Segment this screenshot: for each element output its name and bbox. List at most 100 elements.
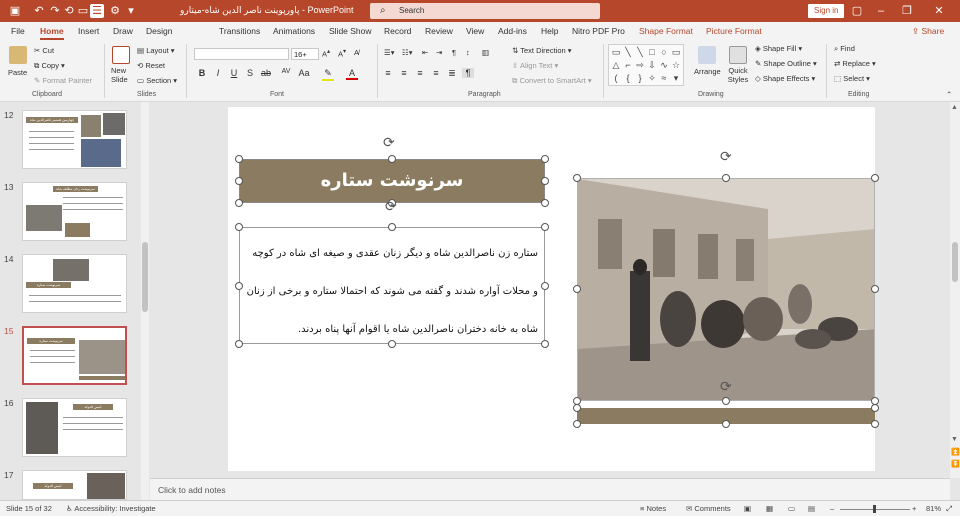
- arrow-shape-icon[interactable]: ⇨: [635, 60, 645, 70]
- resize-handle[interactable]: [388, 340, 396, 348]
- resize-handle[interactable]: [573, 420, 581, 428]
- new-slide-button[interactable]: New Slide: [111, 66, 131, 84]
- justify-icon[interactable]: ≡: [430, 68, 442, 78]
- brace-shape-icon[interactable]: {: [623, 73, 633, 83]
- repeat-icon[interactable]: ⟲: [62, 4, 76, 18]
- bold-icon[interactable]: B: [196, 68, 208, 78]
- bullets-icon[interactable]: ☰▾: [384, 48, 395, 57]
- resize-handle[interactable]: [722, 397, 730, 405]
- resize-handle[interactable]: [573, 174, 581, 182]
- decrease-font-icon[interactable]: A▾: [338, 48, 346, 59]
- rotate-handle-icon[interactable]: ⟳: [383, 135, 395, 149]
- undo-icon[interactable]: ↶: [32, 4, 46, 18]
- font-size-field[interactable]: 16+: [291, 48, 319, 60]
- redo-icon[interactable]: ↷: [48, 4, 62, 18]
- resize-handle[interactable]: [541, 282, 549, 290]
- resize-handle[interactable]: [388, 155, 396, 163]
- resize-handle[interactable]: [722, 420, 730, 428]
- shape-effects-button[interactable]: ◇ Shape Effects ▾: [755, 74, 815, 83]
- tab-help[interactable]: Help: [541, 26, 558, 36]
- notes-button[interactable]: ≡ Notes: [640, 504, 666, 513]
- notes-pane[interactable]: Click to add notes: [150, 478, 950, 500]
- fit-to-window-icon[interactable]: ⤢: [946, 504, 952, 514]
- scrollbar-thumb[interactable]: [952, 242, 958, 282]
- reset-button[interactable]: ⟲ Reset: [137, 61, 165, 70]
- share-button[interactable]: ⇪ Share: [912, 26, 944, 37]
- font-name-field[interactable]: [194, 48, 289, 60]
- slide-photo[interactable]: [577, 178, 875, 401]
- rtl-icon[interactable]: ¶: [452, 48, 456, 57]
- tab-shape-format[interactable]: Shape Format: [639, 26, 693, 36]
- change-case-icon[interactable]: Aa: [298, 68, 310, 78]
- resize-handle[interactable]: [235, 177, 243, 185]
- sign-in-button[interactable]: Sign in: [808, 4, 845, 18]
- thumbnail-scrollbar[interactable]: [141, 102, 149, 500]
- align-left-icon[interactable]: ≡: [382, 68, 394, 78]
- resize-handle[interactable]: [235, 223, 243, 231]
- resize-handle[interactable]: [541, 223, 549, 231]
- previous-slide-icon[interactable]: ⏫: [951, 448, 960, 456]
- tab-design[interactable]: Design: [146, 26, 172, 36]
- rect-shape-icon[interactable]: ▭: [671, 47, 681, 57]
- align-right-icon[interactable]: ≡: [414, 68, 426, 78]
- paste-icon[interactable]: [9, 46, 27, 64]
- slide-sorter-icon[interactable]: ▦: [766, 504, 773, 513]
- slide-thumbnail[interactable]: انیس الدوله: [22, 398, 127, 457]
- tab-file[interactable]: File: [11, 26, 25, 36]
- resize-handle[interactable]: [871, 174, 879, 182]
- star-shape-icon[interactable]: ☆: [671, 60, 681, 70]
- resize-handle[interactable]: [722, 174, 730, 182]
- zoom-in-icon[interactable]: +: [912, 504, 916, 513]
- touch-mode-icon[interactable]: ⚙: [108, 4, 122, 18]
- collapse-ribbon-icon[interactable]: ⌃: [946, 90, 952, 99]
- scroll-up-icon[interactable]: ▲: [951, 104, 958, 111]
- resize-handle[interactable]: [235, 340, 243, 348]
- start-slideshow-icon[interactable]: ▭: [76, 4, 90, 18]
- zoom-level[interactable]: 81%: [926, 504, 941, 513]
- rectangle-shape-icon[interactable]: □: [647, 47, 657, 57]
- tab-animations[interactable]: Animations: [273, 26, 315, 36]
- line-shape-icon[interactable]: ╲: [635, 47, 645, 57]
- shadow-icon[interactable]: S: [244, 68, 256, 78]
- resize-handle[interactable]: [235, 282, 243, 290]
- slide-thumbnail[interactable]: سرنوشت زنان مطلقه شاه: [22, 182, 127, 241]
- more-shapes-icon[interactable]: ▾: [671, 73, 681, 83]
- slide-thumbnail[interactable]: چهارمین همسر ناصرالدین شاه: [22, 110, 127, 169]
- resize-handle[interactable]: [541, 340, 549, 348]
- scrollbar-thumb[interactable]: [142, 242, 148, 312]
- comments-button[interactable]: ✉ Comments: [686, 504, 731, 513]
- tab-review[interactable]: Review: [425, 26, 453, 36]
- brace-close-shape-icon[interactable]: }: [635, 73, 645, 83]
- tab-slide-show[interactable]: Slide Show: [329, 26, 372, 36]
- resize-handle[interactable]: [871, 404, 879, 412]
- copy-button[interactable]: ⧉ Copy ▾: [34, 61, 65, 71]
- zoom-out-icon[interactable]: –: [830, 504, 834, 513]
- resize-handle[interactable]: [573, 285, 581, 293]
- line-shape-icon[interactable]: ╲: [623, 47, 633, 57]
- quick-styles-button[interactable]: Quick Styles: [726, 66, 750, 84]
- shape-fill-button[interactable]: ◈ Shape Fill ▾: [755, 44, 802, 53]
- highlight-icon[interactable]: ✎: [322, 68, 334, 81]
- text-direction-button[interactable]: ⇅ Text Direction ▾: [512, 46, 572, 55]
- numbering-icon[interactable]: ☷▾: [402, 48, 413, 57]
- arrange-button[interactable]: Arrange: [694, 67, 721, 76]
- next-slide-icon[interactable]: ⏬: [951, 460, 960, 468]
- resize-handle[interactable]: [388, 223, 396, 231]
- body-text-box[interactable]: ستاره زن ناصرالدین شاه و دیگر زنان عقدی …: [239, 227, 545, 344]
- slide-thumbnail-selected[interactable]: سرنوشت ستاره: [22, 326, 127, 385]
- curve-shape-icon[interactable]: ∿: [659, 60, 669, 70]
- decrease-indent-icon[interactable]: ⇤: [422, 48, 428, 57]
- new-slide-icon[interactable]: [112, 46, 130, 64]
- tab-record[interactable]: Record: [384, 26, 411, 36]
- smartart-button[interactable]: ⧉ Convert to SmartArt ▾: [512, 76, 592, 86]
- char-spacing-icon[interactable]: AV: [280, 68, 292, 75]
- rotate-handle-icon[interactable]: ⟳: [385, 199, 397, 213]
- layout-button[interactable]: ▤ Layout ▾: [137, 46, 175, 55]
- align-text-button[interactable]: ⇳ Align Text ▾: [512, 61, 558, 70]
- triangle-shape-icon[interactable]: △: [611, 60, 621, 70]
- format-painter-button[interactable]: ✎ Format Painter: [34, 76, 92, 85]
- accessibility-button[interactable]: ♿ Accessibility: Investigate: [66, 504, 156, 513]
- zoom-slider-thumb[interactable]: [873, 505, 876, 513]
- star4-shape-icon[interactable]: ✧: [647, 73, 657, 83]
- select-button[interactable]: ⬚ Select ▾: [834, 74, 870, 83]
